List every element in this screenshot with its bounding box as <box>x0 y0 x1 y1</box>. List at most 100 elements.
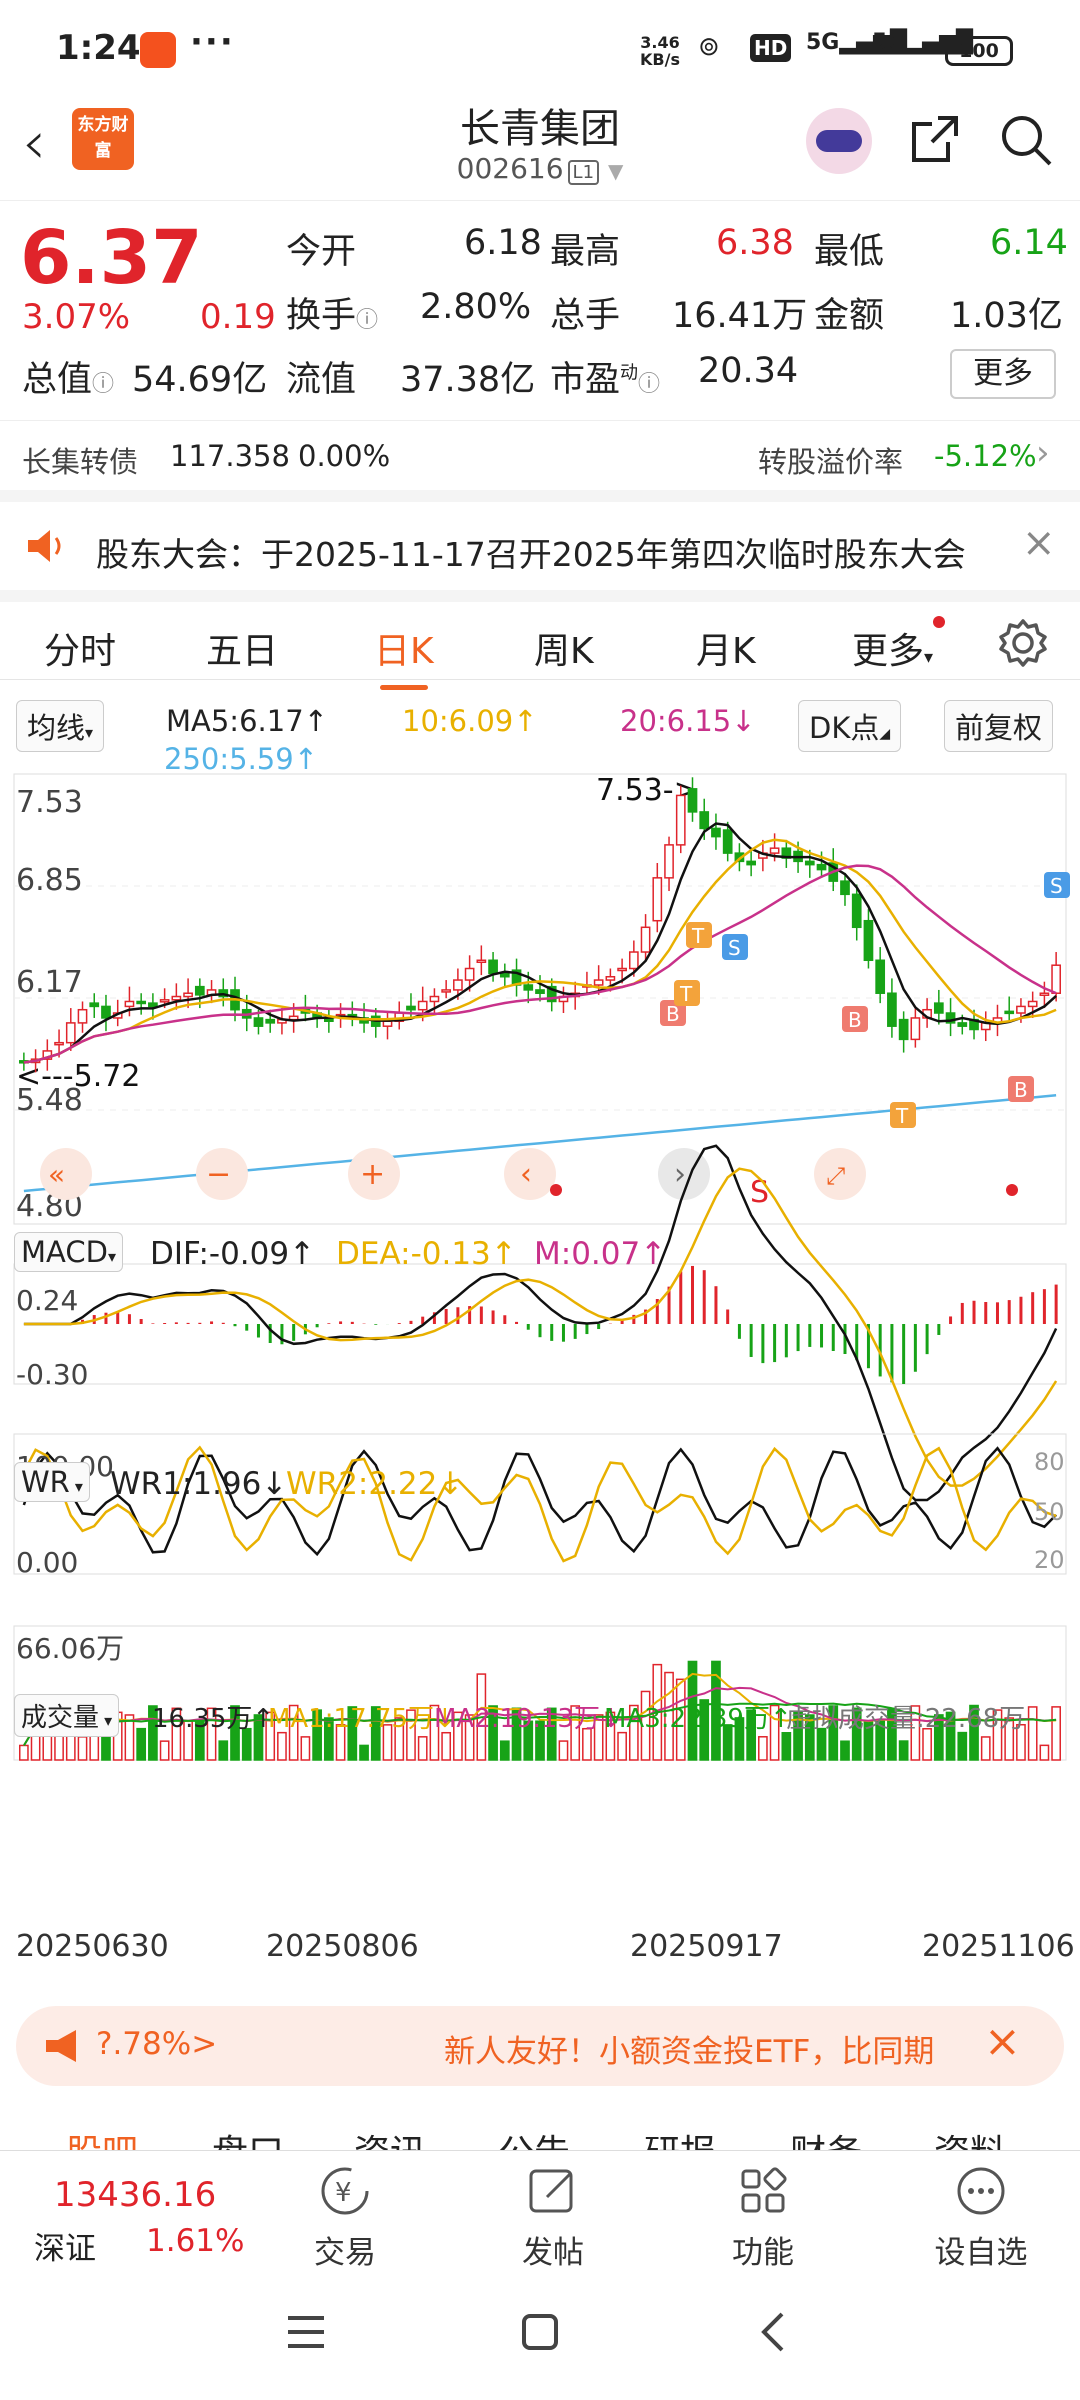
mktcap-label[interactable]: 总值ⓘ <box>22 351 114 402</box>
volume-bar <box>781 1732 792 1761</box>
wr-50: 50 <box>1034 1498 1065 1526</box>
volume-selector[interactable]: 成交量 ▾ <box>14 1694 120 1737</box>
subtab-research[interactable]: 研报 <box>644 2124 716 2150</box>
date-1: 20250630 <box>16 1929 169 1964</box>
candle-body <box>65 1022 76 1044</box>
volume-bar <box>1039 1744 1050 1761</box>
candle-body <box>1016 1005 1026 1014</box>
pe-label[interactable]: 市盈动ⓘ <box>550 351 660 402</box>
candle-body <box>933 1002 944 1014</box>
dif-line <box>23 1144 1058 1502</box>
chart-controls[interactable]: « − + ‹ › S ⤢ <box>40 1148 1018 1210</box>
candle-body <box>194 985 205 996</box>
wr-80: 80 <box>1034 1448 1065 1476</box>
candle-body <box>77 1008 88 1024</box>
tab-weekly-k[interactable]: 周K <box>534 622 594 674</box>
candle-body <box>523 984 534 991</box>
share-icon[interactable] <box>908 112 962 166</box>
dk-point-selector[interactable]: DK点◢ <box>798 700 902 752</box>
macd-dea: DEA:-0.13↑ <box>336 1236 517 1272</box>
candle-body <box>265 1018 276 1024</box>
trade-button[interactable]: ¥ 交易 <box>300 2163 390 2272</box>
subtab-guba[interactable]: 股吧 <box>66 2124 138 2150</box>
kline-indicator-charts[interactable]: 7.53 6.85 6.17 5.48 4.80 7.53-> <---5.72… <box>0 770 1080 1990</box>
turnover-label[interactable]: 换手ⓘ <box>286 287 378 338</box>
candle-body <box>476 959 487 964</box>
promo-banner[interactable]: ?.78%> 新人友好！小额资金投ETF，比同期 × <box>16 2006 1064 2086</box>
subtab-pankou[interactable]: 盘口 <box>212 2124 284 2150</box>
vol-ma3: MA3:22.39万↑ <box>604 1704 792 1734</box>
volume-bar <box>957 1731 968 1761</box>
vol-ma2: MA2:19.13万↓ <box>434 1704 622 1734</box>
promo-close-icon[interactable]: × <box>984 2016 1021 2067</box>
add-favorite-button[interactable]: 设自选 <box>926 2163 1036 2272</box>
close-icon[interactable]: × <box>1022 520 1056 566</box>
volume-bar <box>840 1740 850 1761</box>
svg-text:T: T <box>895 1104 909 1128</box>
volume-bar <box>1027 1706 1038 1761</box>
convertible-bond-bar[interactable]: 长集转债 117.358 0.00% 转股溢价率 -5.12% › <box>0 420 1080 490</box>
volume-bar <box>1051 1706 1061 1761</box>
back-nav-icon[interactable] <box>752 2310 796 2354</box>
subtab-announce[interactable]: 公告 <box>498 2124 570 2150</box>
mktcap-value: 54.69亿 <box>132 360 268 400</box>
index-value[interactable]: 13436.16 <box>54 2175 216 2215</box>
volume-bar <box>499 1740 510 1761</box>
subtab-news[interactable]: 资讯 <box>354 2124 426 2150</box>
grid-icon <box>741 2167 787 2213</box>
float-label: 流值 <box>286 360 357 400</box>
tab-minute[interactable]: 分时 <box>44 622 116 674</box>
candle-body <box>453 979 463 991</box>
candle-body <box>652 877 663 922</box>
promo-left: ?.78%> <box>96 2026 218 2062</box>
search-icon[interactable] <box>998 112 1054 168</box>
menu-icon[interactable] <box>284 2310 328 2354</box>
ai-assistant-avatar[interactable] <box>806 108 872 174</box>
candle-body <box>406 1005 416 1011</box>
macd-lines <box>23 1144 1058 1502</box>
candle-body <box>253 1017 264 1027</box>
app-notification-icon <box>140 32 176 68</box>
subtab-finance[interactable]: 财务 <box>790 2124 862 2150</box>
svg-text:S: S <box>1050 874 1063 898</box>
post-button[interactable]: 发帖 <box>508 2163 598 2272</box>
candle-body <box>664 844 674 879</box>
vol-virtual: 虚拟成交量:22.68万 <box>786 1704 1026 1734</box>
macd-bottom: -0.30 <box>16 1358 88 1391</box>
candle-body <box>722 829 733 854</box>
wr-selector[interactable]: WR ▾ <box>14 1462 90 1502</box>
home-icon[interactable] <box>518 2310 562 2354</box>
tab-monthly-k[interactable]: 月K <box>696 622 756 674</box>
candle-body <box>746 860 757 866</box>
high-label: 最高 <box>550 232 621 272</box>
tab-more[interactable]: 更多▾ <box>852 616 946 674</box>
svg-text:T: T <box>691 924 705 948</box>
wr2: WR2:2.22↓ <box>286 1466 464 1502</box>
tab-five-day[interactable]: 五日 <box>206 622 278 674</box>
candle-body <box>464 967 475 981</box>
tab-daily-k[interactable]: 日K <box>374 622 434 690</box>
volume-bar <box>417 1736 428 1761</box>
y-label-1: 7.53 <box>16 785 83 820</box>
notice-bar[interactable]: 股东大会：于2025-11-17召开2025年第四次临时股东大会 × <box>0 490 1080 590</box>
rewind-icon: « <box>48 1158 65 1191</box>
wr1: WR1:1.96↓ <box>110 1466 288 1502</box>
ma-selector[interactable]: 均线▾ <box>16 700 105 752</box>
candle-body <box>898 1018 909 1041</box>
function-button[interactable]: 功能 <box>718 2163 808 2272</box>
macd-selector[interactable]: MACD▾ <box>14 1232 123 1272</box>
wr2-line <box>22 1445 1057 1563</box>
candle-body <box>89 1002 100 1008</box>
status-time: 1:24 <box>56 28 141 68</box>
more-quote-button[interactable]: 更多 <box>950 349 1056 399</box>
svg-text:S: S <box>728 936 741 960</box>
subtab-profile[interactable]: 资料 <box>934 2124 1006 2150</box>
candle-body <box>840 880 850 896</box>
volume-value: 16.41万 <box>672 296 808 336</box>
zoom-out-icon: − <box>206 1157 231 1192</box>
open-value: 6.18 <box>464 223 542 263</box>
bond-pct: 0.00% <box>298 439 391 473</box>
amount-value: 1.03亿 <box>950 296 1063 336</box>
adjust-selector[interactable]: 前复权 <box>944 700 1054 752</box>
settings-gear-icon[interactable] <box>998 618 1048 668</box>
